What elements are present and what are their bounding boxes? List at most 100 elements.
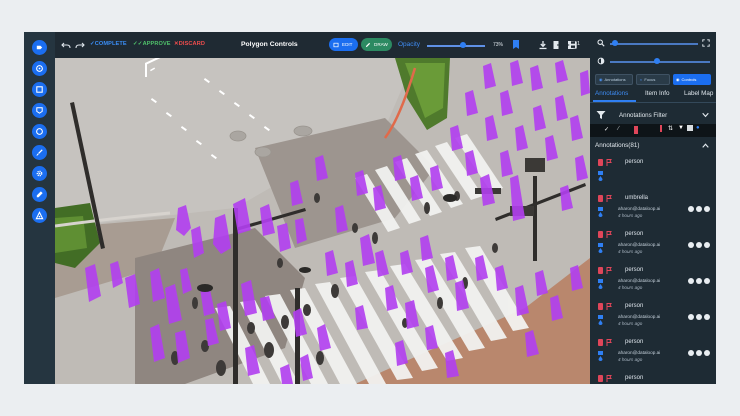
- annotation-time: 4 hours ago: [618, 213, 643, 218]
- annotation-item[interactable]: personaharon@dataloop.ai4 hours ago: [590, 300, 716, 336]
- flag-icon[interactable]: [606, 267, 612, 274]
- discard-button[interactable]: ✕DISCARD: [174, 41, 205, 47]
- zoom-slider[interactable]: [610, 43, 698, 45]
- flag-icon[interactable]: [606, 195, 612, 202]
- approve-label: APPROVE: [142, 41, 171, 47]
- annotation-actions: [688, 314, 710, 320]
- color-filter-icon[interactable]: [634, 126, 638, 134]
- info-icon[interactable]: [688, 278, 694, 284]
- annotation-label: person: [625, 267, 644, 273]
- info-icon[interactable]: [688, 206, 694, 212]
- info-icon[interactable]: [688, 350, 694, 356]
- check-filter-icon[interactable]: ✓: [604, 126, 609, 133]
- opacity-slider[interactable]: [427, 45, 485, 47]
- annotation-color-swatch: [598, 339, 603, 346]
- sort-filter-icon[interactable]: ⇅: [668, 125, 673, 132]
- polygon-filter-icon[interactable]: ▼: [678, 125, 684, 131]
- annotated-image[interactable]: [55, 58, 590, 384]
- circle-icon: [36, 128, 43, 135]
- chevron-down-icon[interactable]: [702, 112, 709, 118]
- flag-filter-icon[interactable]: [660, 125, 662, 132]
- annotation-item[interactable]: personaharon@dataloop.ai4 hours ago: [590, 336, 716, 372]
- label-icon: [36, 45, 43, 50]
- ai-assist-tool-button[interactable]: [32, 208, 47, 223]
- annotation-item[interactable]: personaharon@dataloop.ai4 hours ago: [590, 228, 716, 264]
- brightness-slider-handle[interactable]: [654, 58, 660, 64]
- annotation-user: aharon@dataloop.ai: [618, 278, 661, 283]
- fit-screen-icon[interactable]: [702, 39, 710, 47]
- settings-tool-button[interactable]: [32, 166, 47, 181]
- brightness-slider[interactable]: [610, 61, 710, 63]
- tab-label-map[interactable]: Label Map: [684, 90, 713, 97]
- annotation-label: person: [625, 339, 644, 345]
- info-icon[interactable]: [688, 314, 694, 320]
- view-focus-button[interactable]: ◐ Focus: [636, 74, 670, 85]
- annotation-label: person: [625, 375, 644, 381]
- bookmark-icon[interactable]: [512, 40, 520, 50]
- complete-button[interactable]: ✓COMPLETE: [90, 41, 127, 47]
- save-icon[interactable]: [568, 40, 578, 50]
- undo-icon[interactable]: [61, 40, 71, 50]
- polygon-tool-button[interactable]: [32, 103, 47, 118]
- flag-icon[interactable]: [606, 231, 612, 238]
- filter-icon-strip: ✓ ∕ ⇅ ▼ ●: [590, 124, 716, 137]
- annotation-type-icon: [598, 243, 603, 253]
- flag-icon[interactable]: [606, 303, 612, 310]
- double-check-icon: ✓✓: [133, 41, 143, 47]
- annotation-label: person: [625, 231, 644, 237]
- annotation-actions: [688, 350, 710, 356]
- label-tool-button[interactable]: [32, 40, 47, 55]
- flag-icon[interactable]: [606, 339, 612, 346]
- annotation-time: 4 hours ago: [618, 249, 643, 254]
- help-icon[interactable]: [696, 314, 702, 320]
- point-tool-button[interactable]: [32, 61, 47, 76]
- help-icon[interactable]: [696, 242, 702, 248]
- tab-item-info[interactable]: Item Info: [645, 90, 670, 97]
- download-icon[interactable]: [538, 40, 548, 50]
- annotation-type-icon: [598, 207, 603, 217]
- edit-mode-button[interactable]: EDIT: [329, 38, 358, 51]
- view-annotations-button[interactable]: ◉ Annotations: [595, 74, 633, 85]
- ellipse-tool-button[interactable]: [32, 124, 47, 139]
- image-canvas[interactable]: [55, 58, 590, 384]
- annotation-item[interactable]: personaharon@dataloop.ai4 hours ago: [590, 264, 716, 300]
- view-controls-label: Controls: [681, 77, 697, 82]
- tab-annotations[interactable]: Annotations: [595, 90, 628, 97]
- annotation-item[interactable]: person: [590, 156, 716, 192]
- tabs-divider: [590, 102, 716, 103]
- redo-icon[interactable]: [75, 40, 85, 50]
- approve-icon[interactable]: [704, 350, 710, 356]
- flag-icon[interactable]: [606, 375, 612, 382]
- draw-mode-button[interactable]: DRAW: [361, 38, 392, 51]
- brush-tool-button[interactable]: [32, 145, 47, 160]
- brush-filter-icon[interactable]: ∕: [618, 126, 619, 132]
- info-icon[interactable]: [688, 242, 694, 248]
- annotation-actions: [688, 206, 710, 212]
- approve-icon[interactable]: [704, 242, 710, 248]
- opacity-label: Opacity: [398, 41, 421, 48]
- approve-button[interactable]: ✓✓APPROVE: [133, 41, 171, 47]
- flag-icon[interactable]: [606, 159, 612, 166]
- zoom-slider-handle[interactable]: [612, 40, 618, 46]
- approve-icon[interactable]: [704, 206, 710, 212]
- help-icon[interactable]: [696, 350, 702, 356]
- opacity-slider-handle[interactable]: [460, 42, 466, 48]
- help-icon[interactable]: [696, 206, 702, 212]
- tool-title: Polygon Controls: [241, 41, 298, 48]
- eyedropper-icon: [36, 191, 43, 198]
- annotation-item[interactable]: personaharon@dataloop.ai4 hours ago: [590, 372, 716, 384]
- annotation-type-icon: [598, 351, 603, 361]
- chevron-up-icon[interactable]: [702, 143, 709, 149]
- eyedropper-tool-button[interactable]: [32, 187, 47, 202]
- approve-icon[interactable]: [704, 314, 710, 320]
- draw-label: DRAW: [374, 42, 388, 47]
- box-tool-button[interactable]: [32, 82, 47, 97]
- drop-filter-icon[interactable]: ●: [696, 125, 700, 131]
- annotation-actions: [688, 278, 710, 284]
- export-icon[interactable]: [552, 40, 562, 50]
- help-icon[interactable]: [696, 278, 702, 284]
- view-controls-button[interactable]: ◉ Controls: [673, 74, 711, 85]
- annotation-item[interactable]: umbrella aharon@dataloop.ai 4 hours ago: [590, 192, 716, 228]
- box-filter-icon[interactable]: [687, 125, 693, 131]
- approve-icon[interactable]: [704, 278, 710, 284]
